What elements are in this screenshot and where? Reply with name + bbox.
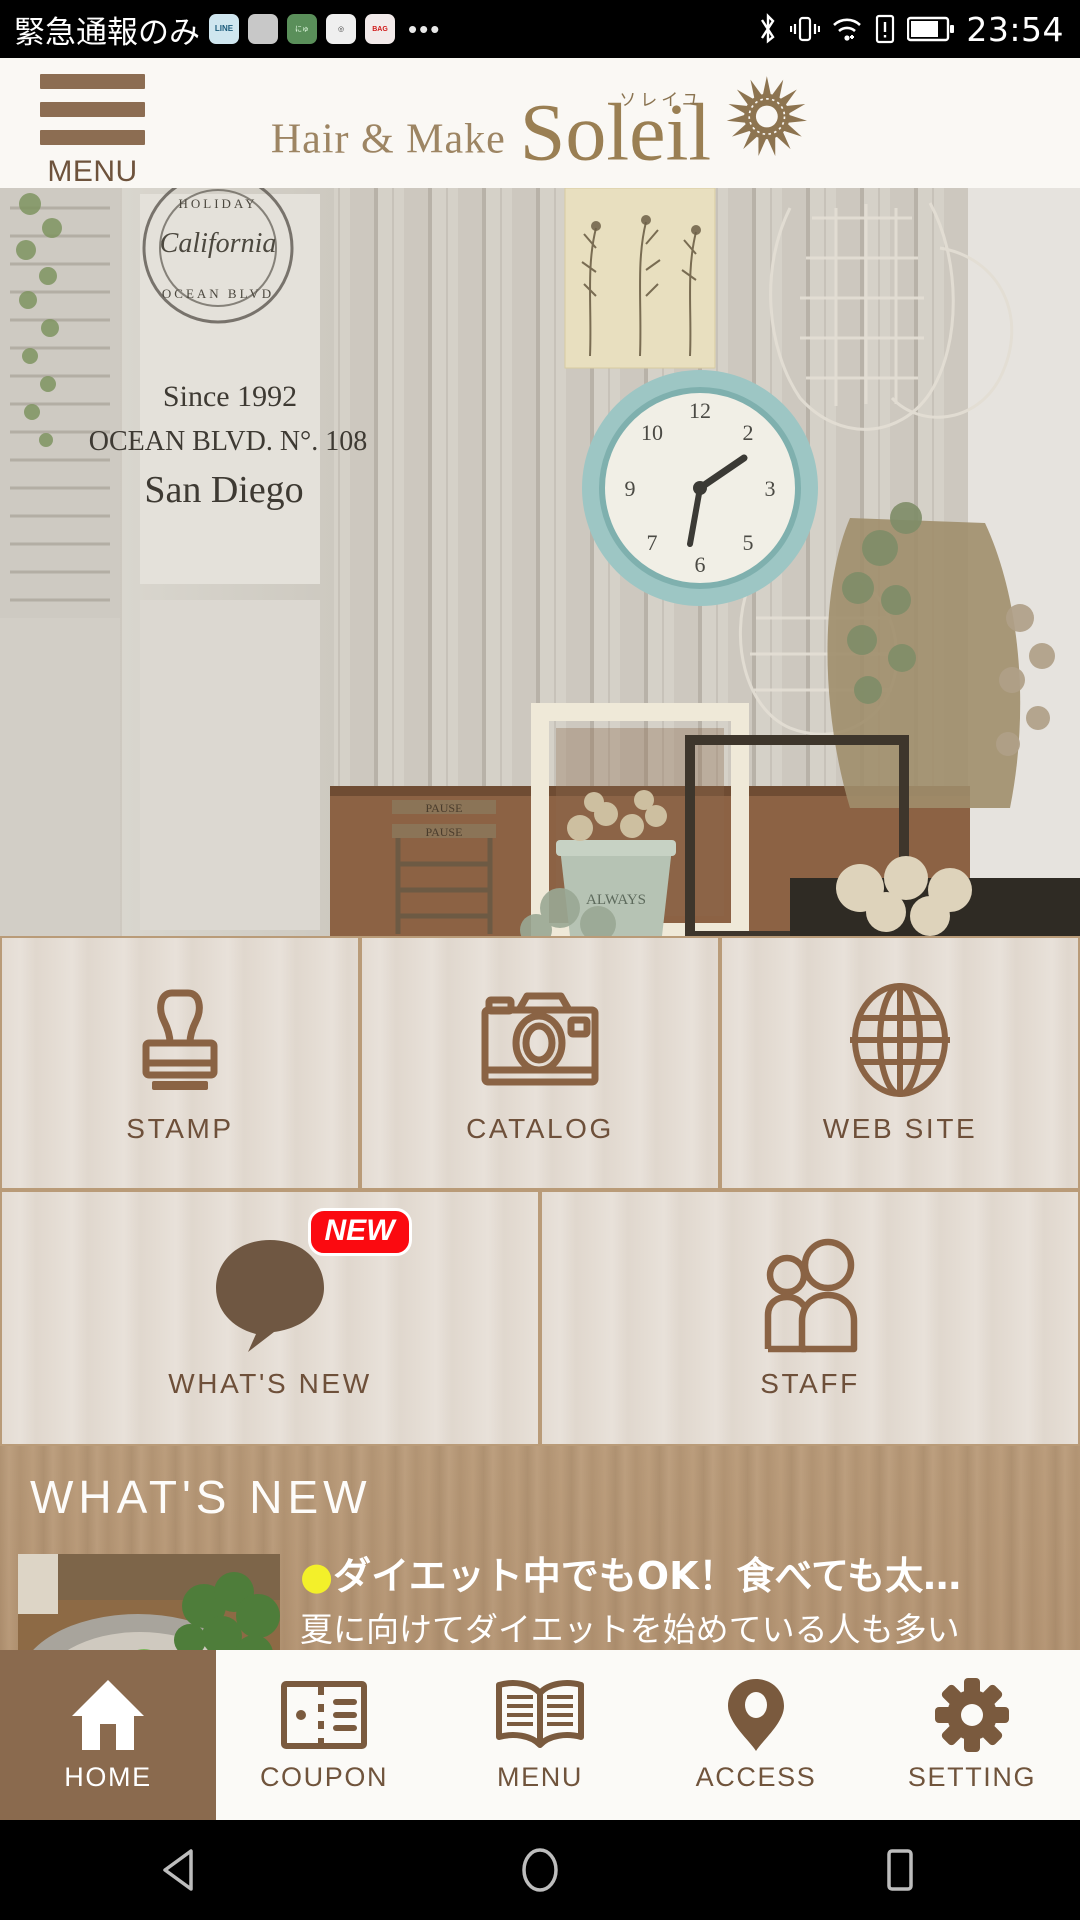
svg-text:California: California — [160, 228, 277, 259]
green-app-icon: にゅ — [287, 14, 317, 44]
svg-text:6: 6 — [695, 552, 706, 577]
people-icon — [754, 1236, 866, 1354]
tile-staff-label: STAFF — [760, 1368, 860, 1399]
red-text-app-icon: BAG — [365, 14, 395, 44]
tile-whats-new[interactable]: NEW WHAT'S NEW — [0, 1190, 540, 1446]
tab-coupon-label: COUPON — [259, 1761, 389, 1792]
menu-button[interactable]: MENU — [40, 74, 145, 187]
home-icon — [70, 1678, 146, 1752]
quick-links-row-2: NEW WHAT'S NEW STAFF — [0, 1190, 1080, 1446]
gear-icon — [935, 1677, 1009, 1752]
battery-icon — [907, 14, 955, 44]
back-triangle-icon[interactable] — [153, 1843, 207, 1897]
svg-text:OCEAN BLVD. N°. 108: OCEAN BLVD. N°. 108 — [89, 426, 368, 457]
tile-catalog[interactable]: CATALOG — [360, 936, 720, 1190]
svg-text:10: 10 — [641, 420, 663, 445]
hero-image[interactable]: California HOLIDAY OCEAN BLVD Since 1992… — [0, 188, 1080, 936]
tile-staff[interactable]: STAFF — [540, 1190, 1080, 1446]
tile-web-site-label: WEB SITE — [822, 1113, 978, 1144]
svg-text:3: 3 — [765, 476, 776, 501]
overflow-dots-icon: ••• — [408, 13, 442, 44]
white-circle-app-icon: ◎ — [326, 14, 356, 44]
home-circle-icon[interactable] — [513, 1843, 567, 1897]
sim-alert-icon — [874, 13, 896, 45]
hamburger-bar-icon — [40, 74, 145, 89]
bluetooth-icon — [757, 12, 779, 46]
hamburger-bar-icon — [40, 130, 145, 145]
line-app-icon: LINE — [209, 14, 239, 44]
map-pin-icon — [725, 1678, 787, 1752]
app-logo: Hair & Make ソレイユ Soleil — [270, 75, 809, 174]
tab-setting[interactable]: SETTING — [864, 1650, 1080, 1820]
svg-text:San Diego: San Diego — [144, 469, 303, 511]
news-bullet-icon: ● — [300, 1554, 334, 1598]
svg-text:12: 12 — [689, 398, 711, 423]
tile-whats-new-label: WHAT'S NEW — [168, 1368, 372, 1399]
logo-name-box: ソレイユ Soleil — [520, 91, 711, 174]
tab-menu[interactable]: MENU — [432, 1650, 648, 1820]
quick-links-row-1: STAMP CATALOG WEB SITE — [0, 936, 1080, 1190]
stamp-icon — [128, 981, 232, 1099]
svg-text:ALWAYS: ALWAYS — [586, 892, 646, 908]
menu-button-label: MENU — [47, 155, 138, 188]
svg-text:PAUSE: PAUSE — [426, 801, 463, 815]
quick-links-grid: STAMP CATALOG WEB SITE NEW WHAT'S NEW ST… — [0, 936, 1080, 1446]
phone-screen: 緊急通報のみ LINE にゅ ◎ BAG ••• 23:54 MENU Hair… — [0, 0, 1080, 1920]
svg-text:HOLIDAY: HOLIDAY — [178, 196, 257, 211]
svg-text:5: 5 — [743, 530, 754, 555]
tab-access[interactable]: ACCESS — [648, 1650, 864, 1820]
svg-text:PAUSE: PAUSE — [426, 825, 463, 839]
globe-icon — [845, 981, 955, 1099]
status-bar-right: 23:54 — [757, 10, 1080, 49]
sunflower-icon — [725, 75, 809, 172]
carrier-label: 緊急通報のみ — [14, 14, 200, 51]
ticket-icon — [281, 1678, 367, 1752]
status-bar: 緊急通報のみ LINE にゅ ◎ BAG ••• 23:54 — [0, 0, 1080, 58]
vibrate-icon — [790, 12, 821, 46]
status-bar-left: 緊急通報のみ LINE にゅ ◎ BAG ••• — [0, 7, 441, 52]
recents-square-icon[interactable] — [873, 1843, 927, 1897]
tab-setting-label: SETTING — [907, 1761, 1037, 1792]
android-nav-bar — [0, 1820, 1080, 1920]
svg-text:2: 2 — [743, 420, 754, 445]
app-header: MENU Hair & Make ソレイユ Soleil — [0, 58, 1080, 188]
tile-catalog-label: CATALOG — [466, 1113, 614, 1144]
logo-prefix: Hair & Make — [270, 116, 506, 163]
whats-new-heading: WHAT'S NEW — [30, 1471, 372, 1523]
news-headline: ●ダイエット中でもOK！食べても太… — [300, 1554, 1000, 1600]
clock-label: 23:54 — [966, 9, 1064, 49]
tile-stamp[interactable]: STAMP — [0, 936, 360, 1190]
svg-text:7: 7 — [647, 530, 658, 555]
svg-text:Since 1992: Since 1992 — [163, 380, 297, 413]
tab-home-label: HOME — [64, 1761, 152, 1792]
book-icon — [493, 1678, 587, 1752]
svg-text:9: 9 — [625, 476, 636, 501]
grey-app-icon — [248, 14, 278, 44]
camera-icon — [479, 981, 601, 1099]
news-headline-text: ダイエット中でもOK！食べても太… — [333, 1554, 962, 1598]
svg-text:OCEAN BLVD: OCEAN BLVD — [162, 286, 274, 301]
tile-web-site[interactable]: WEB SITE — [720, 936, 1080, 1190]
logo-ruby-label: ソレイユ — [619, 90, 703, 111]
tab-menu-label: MENU — [497, 1761, 583, 1792]
tab-coupon[interactable]: COUPON — [216, 1650, 432, 1820]
new-badge: NEW — [307, 1208, 412, 1256]
tab-home[interactable]: HOME — [0, 1650, 216, 1820]
tile-stamp-label: STAMP — [126, 1113, 234, 1144]
tab-access-label: ACCESS — [695, 1761, 817, 1792]
bottom-tab-bar: HOME COUPON MENU ACCESS SETTING — [0, 1650, 1080, 1820]
hamburger-bar-icon — [40, 102, 145, 117]
wifi-icon — [831, 13, 863, 45]
